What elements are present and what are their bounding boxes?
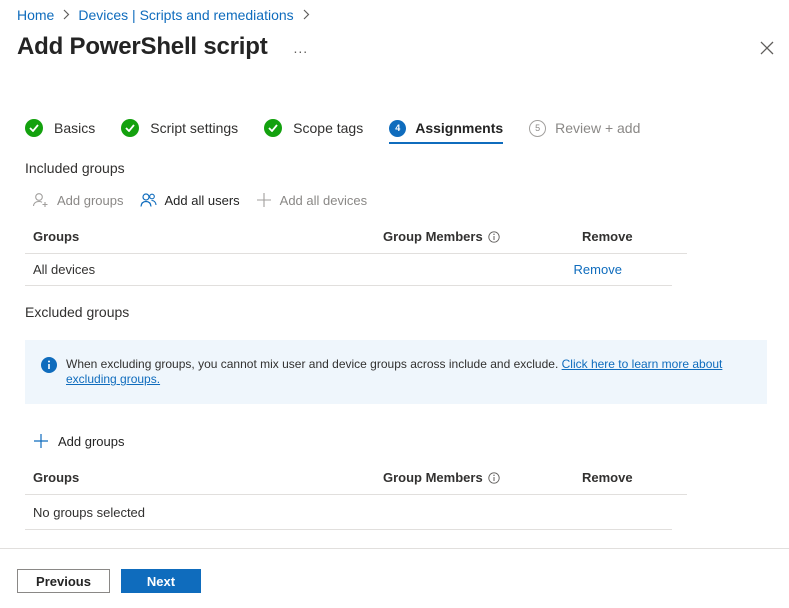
add-groups-label: Add groups [57,192,124,208]
wizard-steps: Basics Script settings Scope tags 4 Assi… [25,116,666,146]
empty-row: No groups selected [25,495,672,530]
breadcrumb-home-link[interactable]: Home [17,7,54,23]
table-row: All devices Remove [25,254,672,286]
add-all-users-label: Add all users [164,192,240,208]
chevron-right-icon [63,8,70,23]
info-banner-text: When excluding groups, you cannot mix us… [66,357,747,404]
info-banner: When excluding groups, you cannot mix us… [25,340,767,404]
step-number-badge: 5 [529,119,547,137]
step-scope-tags[interactable]: Scope tags [264,116,363,140]
breadcrumb: Home Devices | Scripts and remediations [17,7,318,23]
step-review-add[interactable]: 5 Review + add [529,116,640,140]
step-number-badge: 4 [389,119,407,137]
checkmark-icon [264,119,283,137]
column-header-remove: Remove [582,470,633,485]
included-command-bar: Add groups Add all users Add all devices [32,192,383,208]
column-header-members-label: Group Members [383,229,483,244]
empty-message: No groups selected [33,504,146,520]
banner-message: When excluding groups, you cannot mix us… [66,357,562,371]
step-basics[interactable]: Basics [25,116,95,140]
page-title: Add PowerShell script [17,33,268,60]
group-name-cell: All devices [33,262,96,277]
close-icon[interactable] [758,39,776,57]
column-header-members-label: Group Members [383,470,483,485]
people-icon [139,193,157,207]
previous-button[interactable]: Previous [17,569,110,593]
column-header-members: Group Members [383,229,582,244]
breadcrumb-devices-link[interactable]: Devices | Scripts and remediations [78,7,293,23]
column-header-members: Group Members [383,470,582,485]
chevron-right-icon [303,8,310,23]
step-label: Basics [54,120,96,136]
step-script-settings[interactable]: Script settings [121,116,238,140]
remove-link[interactable]: Remove [574,262,672,277]
next-button[interactable]: Next [121,569,201,593]
add-all-devices-button[interactable]: Add all devices [256,192,367,208]
excluded-groups-table: Groups Group Members Remove No groups se… [25,461,687,530]
add-person-icon [32,193,48,207]
column-header-groups: Groups [33,229,80,244]
table-header: Groups Group Members Remove [25,461,687,495]
more-options-button[interactable]: ... [294,40,309,56]
checkmark-icon [25,119,43,137]
add-all-devices-label: Add all devices [279,192,368,208]
info-filled-icon [41,357,57,373]
info-icon[interactable] [488,230,500,243]
column-header-groups: Groups [33,470,80,485]
table-header: Groups Group Members Remove [25,220,687,254]
plus-icon [256,193,271,207]
add-all-users-button[interactable]: Add all users [139,192,240,208]
footer-divider [0,548,789,549]
included-groups-title: Included groups [25,160,125,176]
add-groups-button[interactable]: Add groups [32,192,124,208]
checkmark-icon [121,119,140,137]
title-row: Add PowerShell script ... [17,33,308,61]
excluded-groups-title: Excluded groups [25,304,130,320]
included-groups-table: Groups Group Members Remove All devices … [25,220,687,286]
step-assignments[interactable]: 4 Assignments [389,116,504,144]
info-icon[interactable] [488,471,500,484]
column-header-remove: Remove [582,229,633,244]
add-groups-label: Add groups [58,433,125,449]
step-label: Script settings [150,120,239,136]
step-label: Review + add [555,120,641,136]
plus-icon [34,434,48,448]
add-excluded-groups-button[interactable]: Add groups [33,433,125,449]
step-label: Scope tags [293,120,364,136]
step-label: Assignments [415,120,504,136]
